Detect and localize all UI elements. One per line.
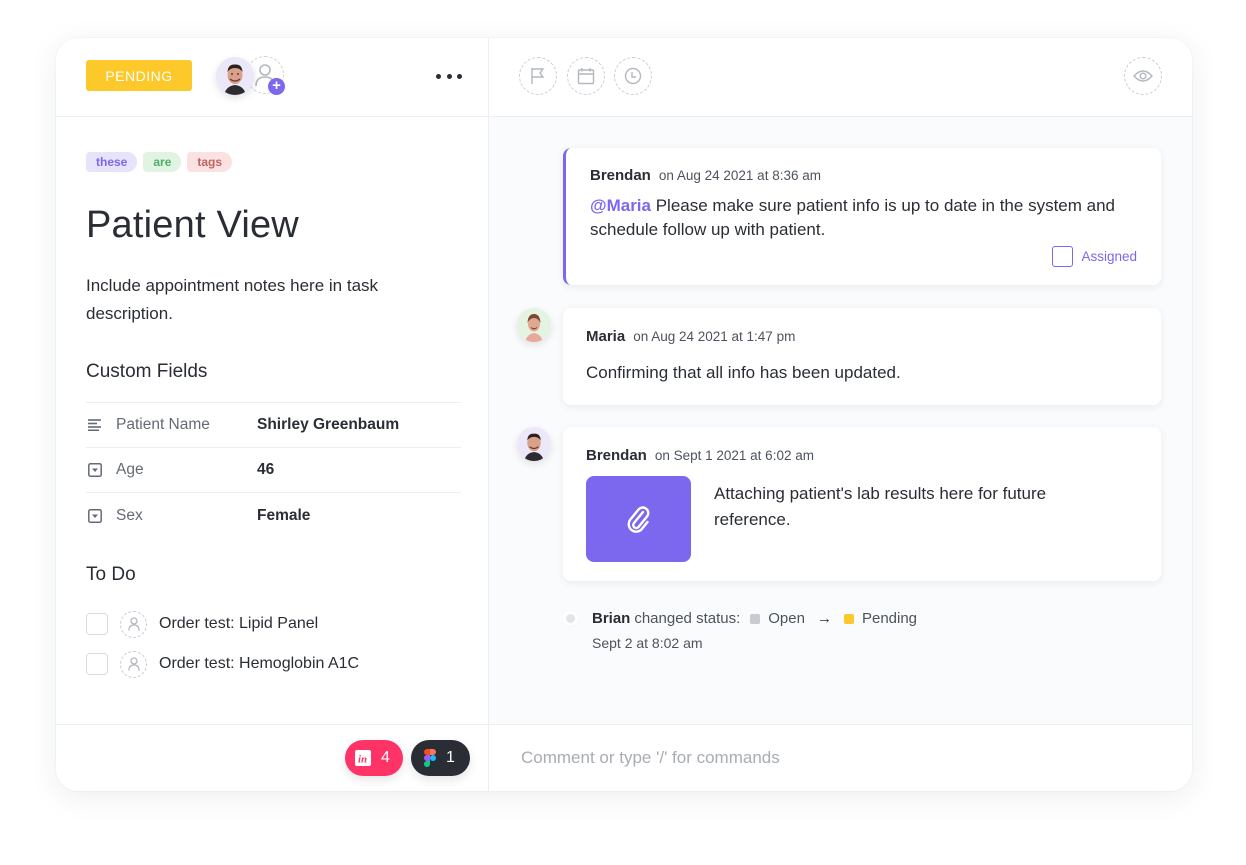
figma-count: 1 — [446, 749, 455, 766]
comment-header: Brendan on Sept 1 2021 at 6:02 am — [586, 447, 814, 464]
figma-icon — [424, 749, 436, 767]
assigned-label: Assigned — [1081, 249, 1137, 264]
arrow-right-icon: → — [816, 610, 832, 627]
task-header: PENDING + — [56, 38, 488, 117]
field-row-sex[interactable]: Sex Female — [86, 493, 461, 538]
field-value[interactable]: 46 — [257, 461, 274, 479]
invision-count: 4 — [381, 749, 390, 766]
dot — [457, 73, 462, 79]
custom-fields-heading: Custom Fields — [86, 361, 208, 382]
todo-assign-button[interactable] — [120, 610, 147, 638]
attachment-thumbnail[interactable] — [586, 476, 691, 562]
text-lines-icon — [88, 418, 102, 432]
comment-time: on Aug 24 2021 at 8:36 am — [658, 168, 821, 183]
tag-tags[interactable]: tags — [187, 152, 233, 172]
task-card: PENDING + these are tags Patient View In… — [56, 38, 1192, 791]
tag-are[interactable]: are — [143, 152, 182, 172]
tag-list: these are tags — [86, 152, 233, 172]
activity-dot — [566, 614, 575, 623]
watchers-button[interactable] — [1124, 57, 1162, 95]
avatar-brendan[interactable] — [517, 427, 551, 461]
status-to: Pending — [861, 610, 918, 627]
comment-body: Attaching patient's lab results here for… — [714, 484, 1047, 529]
avatar-brendan-image — [216, 57, 254, 95]
todo-heading: To Do — [86, 564, 136, 585]
comment-header: Brendan on Aug 24 2021 at 8:36 am — [590, 167, 821, 184]
todo-label[interactable]: Order test: Hemoglobin A1C — [159, 655, 359, 673]
comment-time: on Sept 1 2021 at 6:02 am — [654, 448, 814, 463]
comment-author[interactable]: Brendan — [590, 167, 651, 184]
priority-button[interactable] — [519, 57, 557, 95]
time-tracking-button[interactable] — [614, 57, 652, 95]
todo-item: Order test: Lipid Panel — [86, 604, 359, 644]
mention-link[interactable]: @Maria — [590, 196, 651, 215]
tag-these[interactable]: these — [86, 152, 138, 172]
more-options-button[interactable] — [436, 66, 462, 86]
comment-author[interactable]: Maria — [586, 328, 625, 345]
activity-actor[interactable]: Brian — [592, 610, 630, 627]
comment-composer — [489, 724, 1192, 791]
svg-text:in: in — [358, 754, 367, 766]
task-title[interactable]: Patient View — [86, 204, 299, 247]
field-label: Age — [116, 461, 144, 478]
activity-text: Brian changed status: Open → Pending — [592, 610, 917, 627]
comment: Brendan on Sept 1 2021 at 6:02 am Attach… — [563, 427, 1161, 581]
todo-item: Order test: Hemoglobin A1C — [86, 644, 359, 684]
comment-time: on Aug 24 2021 at 1:47 pm — [633, 329, 796, 344]
comment-text: Please make sure patient info is up to d… — [590, 196, 1115, 239]
status-open-swatch — [750, 613, 761, 624]
flag-icon — [531, 68, 545, 84]
user-icon — [127, 657, 140, 671]
comment-body: @Maria Please make sure patient info is … — [590, 194, 1150, 242]
assigned-checkbox[interactable]: Assigned — [1052, 246, 1137, 267]
activity-action: changed status: — [634, 610, 741, 627]
eye-icon — [1133, 70, 1153, 82]
task-description[interactable]: Include appointment notes here in task d… — [86, 272, 406, 328]
assignee-avatar-brendan[interactable] — [216, 57, 254, 95]
integrations-bar: in 4 1 — [56, 724, 488, 791]
comment-input[interactable] — [521, 725, 1161, 791]
field-label: Patient Name — [116, 416, 210, 433]
more-horizontal-icon — [436, 73, 441, 79]
due-date-button[interactable] — [567, 57, 605, 95]
invision-button[interactable]: in 4 — [345, 740, 403, 776]
field-label: Sex — [116, 506, 143, 524]
field-value[interactable]: Shirley Greenbaum — [257, 416, 399, 434]
comment: Maria on Aug 24 2021 at 1:47 pm Confirmi… — [563, 308, 1161, 405]
todo-checkbox[interactable] — [86, 613, 108, 635]
status-pending-swatch — [843, 613, 854, 624]
dropdown-icon — [88, 508, 102, 523]
avatar-maria-image — [517, 308, 551, 342]
comment: Brendan on Aug 24 2021 at 8:36 am @Maria… — [563, 148, 1161, 285]
activity-panel: Brendan on Aug 24 2021 at 8:36 am @Maria… — [489, 38, 1192, 791]
activity-time: Sept 2 at 8:02 am — [592, 635, 703, 651]
invision-icon: in — [355, 750, 371, 766]
status-badge[interactable]: PENDING — [86, 60, 192, 91]
figma-button[interactable]: 1 — [411, 740, 470, 776]
custom-fields-list: Patient Name Shirley Greenbaum Age 46 Se… — [86, 402, 461, 538]
task-details-panel: PENDING + these are tags Patient View In… — [56, 38, 489, 791]
calendar-icon — [577, 68, 595, 85]
todo-assign-button[interactable] — [120, 650, 147, 678]
field-value[interactable]: Female — [257, 507, 310, 525]
status-from: Open — [768, 610, 805, 627]
dropdown-icon — [88, 463, 102, 477]
todo-list: Order test: Lipid Panel Order test: Hemo… — [86, 604, 359, 684]
comment-header: Maria on Aug 24 2021 at 1:47 pm — [586, 328, 795, 345]
field-row-patient-name[interactable]: Patient Name Shirley Greenbaum — [86, 403, 461, 448]
avatar-brendan-image — [517, 427, 551, 461]
field-row-age[interactable]: Age 46 — [86, 448, 461, 493]
user-icon — [127, 617, 140, 631]
activity-toolbar — [489, 38, 1192, 117]
dot — [446, 73, 452, 79]
avatar-maria[interactable] — [517, 308, 551, 342]
comment-body: Confirming that all info has been update… — [586, 363, 901, 382]
todo-checkbox[interactable] — [86, 653, 108, 675]
plus-icon[interactable]: + — [268, 78, 285, 95]
clock-icon — [624, 67, 642, 85]
comment-author[interactable]: Brendan — [586, 447, 647, 464]
todo-label[interactable]: Order test: Lipid Panel — [159, 615, 318, 633]
checkbox-icon — [1052, 246, 1074, 267]
paperclip-icon — [627, 506, 649, 533]
